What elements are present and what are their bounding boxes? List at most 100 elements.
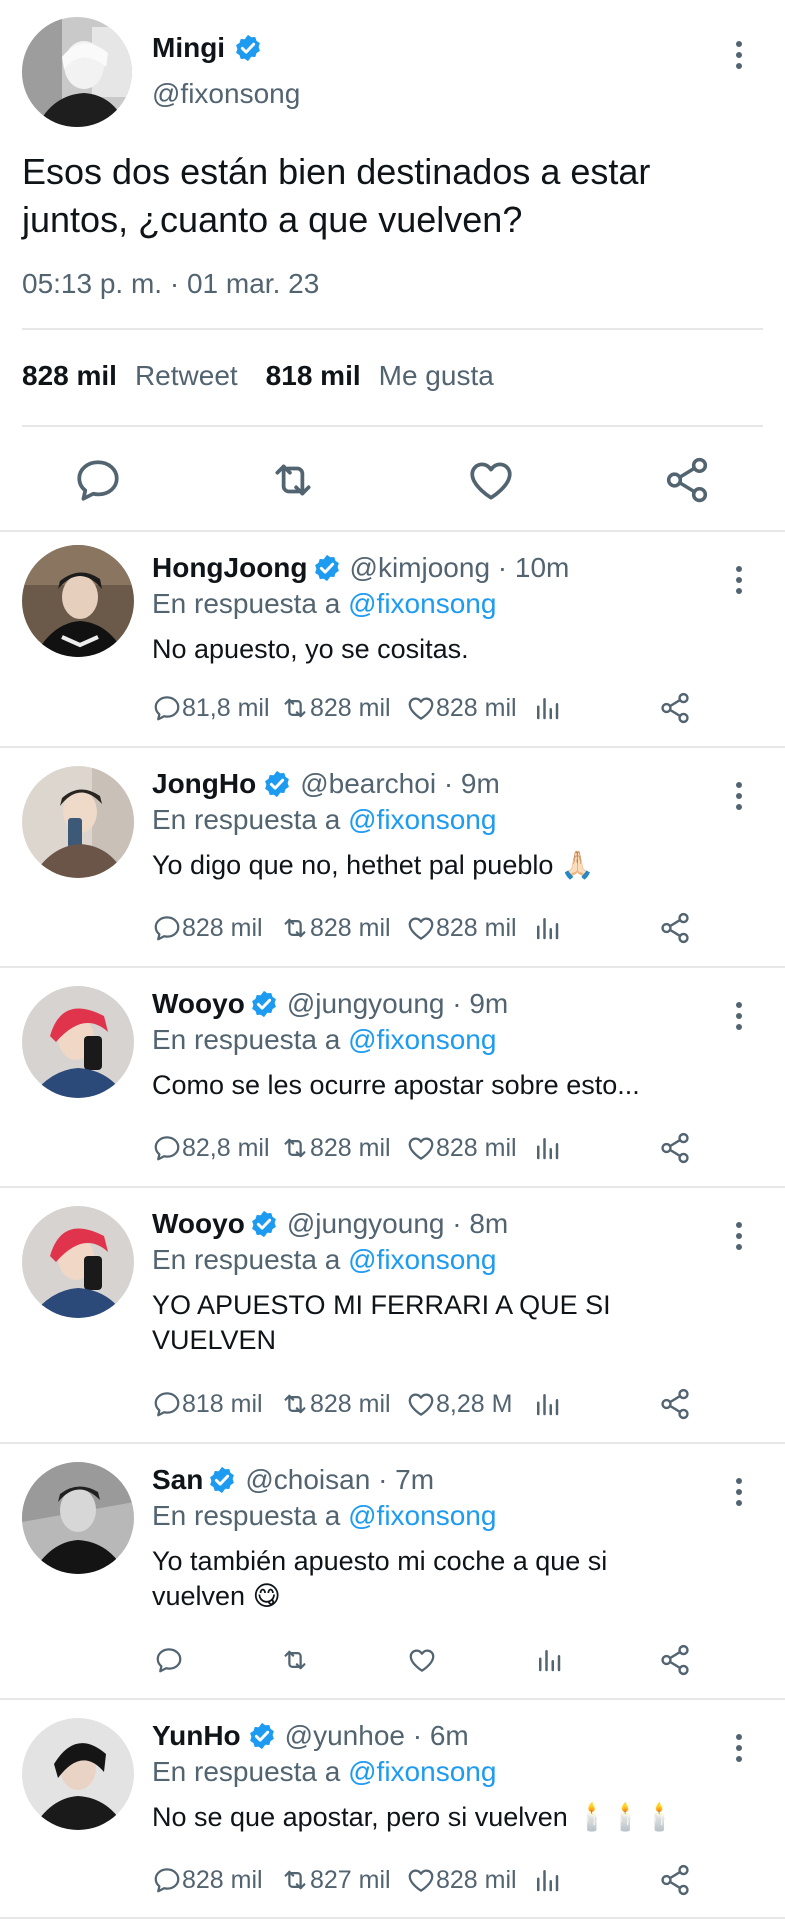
retweet-icon[interactable]: [280, 913, 310, 943]
reply-meta: @yunhoe · 6m: [284, 1720, 469, 1751]
author-name[interactable]: Mingi: [152, 32, 225, 64]
reply-actions: 82,8 mil 828 mil 828 mil: [152, 1130, 712, 1166]
views-icon[interactable]: [534, 1645, 564, 1675]
reply-tweet[interactable]: Wooyo @jungyoung · 9m En respuesta a @fi…: [0, 968, 785, 1186]
retweet-count: 828 mil: [310, 1133, 391, 1162]
reply-author-name[interactable]: JongHo: [152, 768, 256, 800]
verified-badge-icon: [249, 989, 279, 1019]
retweet-icon[interactable]: [280, 693, 310, 723]
reply-author-name[interactable]: YunHo: [152, 1720, 241, 1752]
retweet-count: 828 mil: [310, 913, 391, 942]
reply-actions: 828 mil 828 mil 828 mil: [152, 910, 712, 946]
verified-badge-icon: [247, 1721, 277, 1751]
reply-actions: [152, 1642, 712, 1678]
share-icon[interactable]: [662, 455, 712, 505]
views-icon[interactable]: [532, 1133, 562, 1163]
share-icon[interactable]: [658, 1387, 692, 1421]
like-icon[interactable]: [406, 1133, 436, 1163]
reply-count: 82,8 mil: [182, 1133, 270, 1162]
author-handle[interactable]: @fixonsong: [152, 78, 300, 110]
reply-icon[interactable]: [152, 1865, 182, 1895]
more-icon[interactable]: [724, 1216, 754, 1256]
reply-prefix: En respuesta a: [152, 1244, 341, 1275]
verified-badge-icon: [207, 1465, 237, 1495]
share-icon[interactable]: [658, 691, 692, 725]
reply-icon[interactable]: [152, 693, 182, 723]
like-icon[interactable]: [466, 455, 516, 505]
tweet-stats: 828 mil Retweet 818 mil Me gusta: [22, 360, 522, 392]
reply-tweet[interactable]: JongHo @bearchoi · 9m En respuesta a @fi…: [0, 748, 785, 966]
author-name-row[interactable]: Mingi: [152, 32, 263, 64]
retweet-count: 828 mil: [310, 1389, 391, 1418]
more-icon[interactable]: [724, 1472, 754, 1512]
reply-text: Yo también apuesto mi coche a que si vue…: [152, 1546, 608, 1611]
reply-mention[interactable]: @fixonsong: [348, 1756, 496, 1787]
retweet-icon[interactable]: [280, 1645, 310, 1675]
reply-tweet[interactable]: Wooyo @jungyoung · 8m En respuesta a @fi…: [0, 1188, 785, 1442]
reply-mention[interactable]: @fixonsong: [348, 1244, 496, 1275]
like-icon[interactable]: [406, 693, 436, 723]
reply-mention[interactable]: @fixonsong: [348, 804, 496, 835]
like-icon[interactable]: [406, 1865, 436, 1895]
reply-author-name[interactable]: San: [152, 1464, 203, 1496]
share-icon[interactable]: [658, 1131, 692, 1165]
reply-icon[interactable]: [154, 1645, 184, 1675]
reply-tweet[interactable]: HongJoong @kimjoong · 10m En respuesta a…: [0, 532, 785, 746]
retweets-label[interactable]: Retweet: [135, 360, 238, 392]
reply-icon[interactable]: [152, 1133, 182, 1163]
retweet-icon[interactable]: [268, 455, 318, 505]
retweet-icon[interactable]: [280, 1133, 310, 1163]
reply-actions: 81,8 mil 828 mil 828 mil: [152, 690, 712, 726]
like-icon[interactable]: [406, 913, 436, 943]
views-icon[interactable]: [532, 1389, 562, 1419]
reply-context: En respuesta a @fixonsong: [152, 1024, 496, 1056]
verified-badge-icon: [233, 33, 263, 63]
reply-mention[interactable]: @fixonsong: [348, 1024, 496, 1055]
more-icon[interactable]: [724, 1728, 754, 1768]
reply-mention[interactable]: @fixonsong: [348, 1500, 496, 1531]
reply-meta: @choisan · 7m: [245, 1464, 435, 1495]
reply-author-name[interactable]: Wooyo: [152, 1208, 245, 1240]
like-count: 828 mil: [436, 1865, 517, 1894]
reply-mention[interactable]: @fixonsong: [348, 588, 496, 619]
share-icon[interactable]: [658, 1863, 692, 1897]
like-icon[interactable]: [407, 1645, 437, 1675]
reply-prefix: En respuesta a: [152, 1756, 341, 1787]
likes-label[interactable]: Me gusta: [379, 360, 494, 392]
avatar[interactable]: [22, 766, 134, 878]
more-icon[interactable]: [724, 996, 754, 1036]
views-icon[interactable]: [532, 913, 562, 943]
likes-count[interactable]: 818 mil: [266, 360, 361, 392]
reply-icon[interactable]: [73, 455, 123, 505]
retweet-icon[interactable]: [280, 1865, 310, 1895]
avatar[interactable]: [22, 1718, 134, 1830]
avatar[interactable]: [22, 17, 132, 127]
reply-icon[interactable]: [152, 1389, 182, 1419]
reply-text: Yo digo que no, hethet pal pueblo 🙏🏻: [152, 850, 595, 880]
retweet-icon[interactable]: [280, 1389, 310, 1419]
reply-author-name[interactable]: Wooyo: [152, 988, 245, 1020]
main-tweet: Mingi @fixonsong Esos dos están bien des…: [0, 0, 785, 530]
reply-tweet[interactable]: San @choisan · 7m En respuesta a @fixons…: [0, 1444, 785, 1698]
avatar[interactable]: [22, 1462, 134, 1574]
reply-context: En respuesta a @fixonsong: [152, 1244, 496, 1276]
reply-icon[interactable]: [152, 913, 182, 943]
share-icon[interactable]: [658, 1643, 692, 1677]
more-icon[interactable]: [724, 560, 754, 600]
avatar[interactable]: [22, 1206, 134, 1318]
avatar[interactable]: [22, 986, 134, 1098]
reply-author-name[interactable]: HongJoong: [152, 552, 308, 584]
tweet-timestamp: 05:13 p. m. · 01 mar. 23: [22, 268, 320, 299]
views-icon[interactable]: [532, 1865, 562, 1895]
reply-count: 828 mil: [182, 913, 263, 942]
views-icon[interactable]: [532, 693, 562, 723]
avatar[interactable]: [22, 545, 134, 657]
retweets-count[interactable]: 828 mil: [22, 360, 117, 392]
reply-tweet[interactable]: YunHo @yunhoe · 6m En respuesta a @fixon…: [0, 1700, 785, 1918]
reply-prefix: En respuesta a: [152, 1500, 341, 1531]
more-icon[interactable]: [724, 776, 754, 816]
tweet-actions: [0, 455, 785, 505]
more-icon[interactable]: [724, 35, 754, 75]
like-icon[interactable]: [406, 1389, 436, 1419]
share-icon[interactable]: [658, 911, 692, 945]
